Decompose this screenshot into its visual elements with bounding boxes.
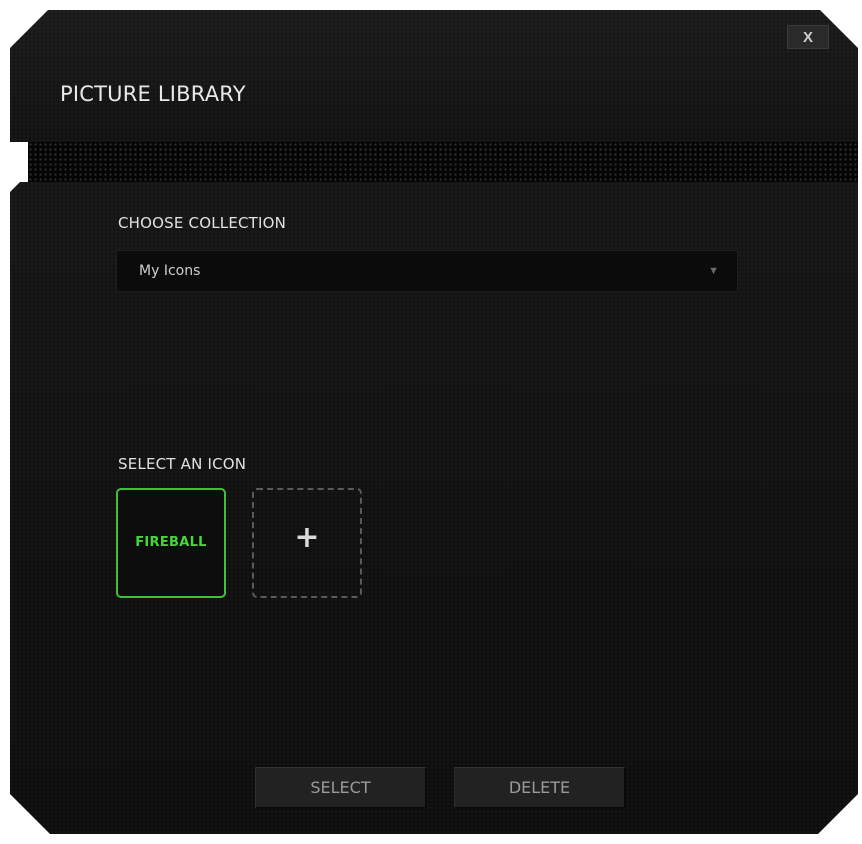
collection-dropdown-value: My Icons	[139, 263, 201, 279]
header-separator	[28, 142, 858, 182]
dialog-header	[10, 10, 858, 142]
plus-icon: +	[294, 520, 320, 555]
choose-collection-label: CHOOSE COLLECTION	[118, 214, 287, 232]
add-icon-button[interactable]: +	[252, 488, 362, 598]
select-button[interactable]: SELECT	[255, 767, 427, 809]
close-button[interactable]: X	[787, 25, 829, 49]
icon-tile-fireball[interactable]: FIREBALL	[116, 488, 226, 598]
collection-dropdown[interactable]: My Icons ▼	[116, 250, 738, 292]
delete-button[interactable]: DELETE	[454, 767, 626, 809]
page-title: PICTURE LIBRARY	[60, 82, 246, 106]
picture-library-dialog: X PICTURE LIBRARY CHOOSE COLLECTION My I…	[0, 0, 862, 844]
icon-tile-label: FIREBALL	[135, 535, 207, 550]
chevron-down-icon: ▼	[708, 265, 719, 277]
select-icon-label: SELECT AN ICON	[118, 455, 247, 473]
